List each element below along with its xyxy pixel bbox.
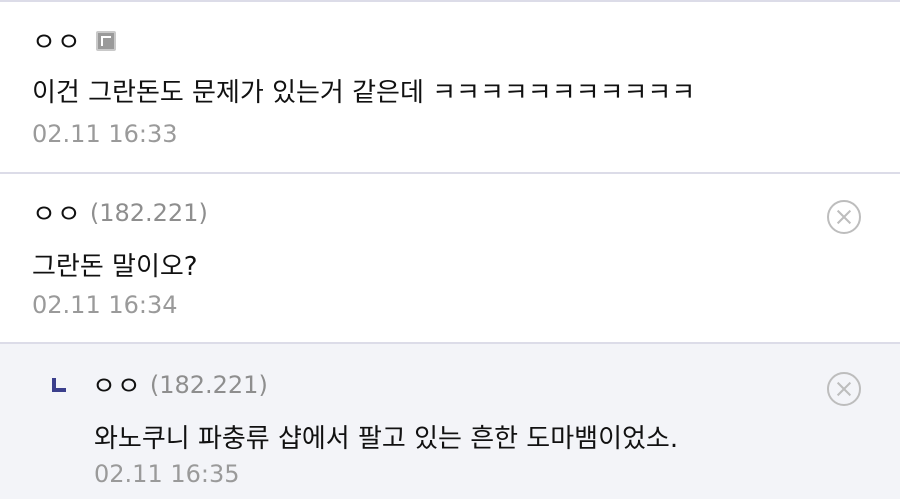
reply-arrow-icon — [52, 377, 66, 392]
comment-text: 와노쿠니 파충류 샵에서 팔고 있는 흔한 도마뱀이었소. — [94, 424, 679, 454]
comment-text: 그란돈 말이오? — [32, 252, 198, 282]
comment-item: ㅇㅇ (182.221) 그란돈 말이오? 02.11 16:34 — [0, 174, 900, 342]
comment-author-line: ㅇㅇ — [32, 22, 116, 59]
gallog-icon[interactable] — [95, 30, 116, 51]
comment-nickname[interactable]: ㅇㅇ — [32, 194, 82, 231]
comment-author-line: ㅇㅇ (182.221) — [52, 366, 268, 403]
delete-comment-button[interactable] — [827, 200, 861, 234]
comment-ip: (182.221) — [149, 370, 268, 399]
comment-list: ㅇㅇ 이건 그란돈도 문제가 있는거 같은데 ㅋㅋㅋㅋㅋㅋㅋㅋㅋㅋㅋ 02.11… — [0, 0, 900, 499]
comment-ip: (182.221) — [89, 198, 208, 227]
comment-date: 02.11 16:33 — [32, 120, 178, 148]
comment-text: 이건 그란돈도 문제가 있는거 같은데 ㅋㅋㅋㅋㅋㅋㅋㅋㅋㅋㅋ — [32, 78, 696, 108]
comment-author-line: ㅇㅇ (182.221) — [32, 194, 208, 231]
delete-comment-button[interactable] — [827, 372, 861, 406]
comment-item: ㅇㅇ 이건 그란돈도 문제가 있는거 같은데 ㅋㅋㅋㅋㅋㅋㅋㅋㅋㅋㅋ 02.11… — [0, 2, 900, 172]
comment-date: 02.11 16:34 — [32, 291, 178, 319]
reply-item: ㅇㅇ (182.221) 와노쿠니 파충류 샵에서 팔고 있는 흔한 도마뱀이었… — [0, 344, 900, 499]
comment-nickname[interactable]: ㅇㅇ — [92, 366, 142, 403]
comment-date: 02.11 16:35 — [94, 460, 240, 488]
comment-nickname[interactable]: ㅇㅇ — [32, 22, 82, 59]
